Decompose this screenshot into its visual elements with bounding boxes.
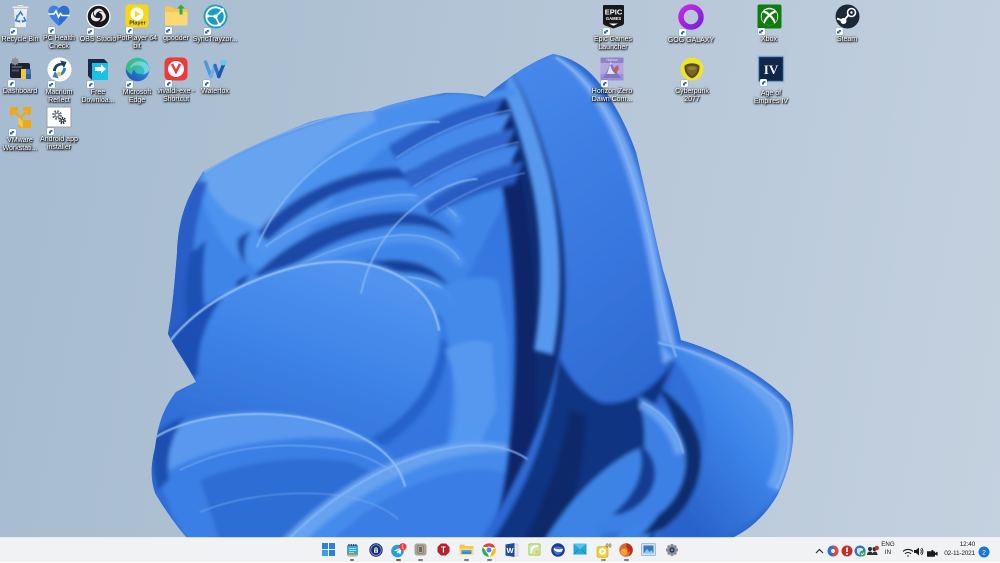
svg-text:W: W	[506, 546, 514, 555]
svg-text:GAMES: GAMES	[605, 16, 621, 21]
svg-text:Player: Player	[129, 21, 146, 27]
svg-text:2: 2	[982, 549, 986, 556]
svg-text:1: 1	[401, 545, 404, 551]
svg-text:T: T	[441, 545, 446, 554]
svg-text:00: 00	[605, 544, 611, 550]
svg-text:IV: IV	[764, 62, 779, 77]
svg-text:Horizon: Horizon	[607, 58, 618, 62]
